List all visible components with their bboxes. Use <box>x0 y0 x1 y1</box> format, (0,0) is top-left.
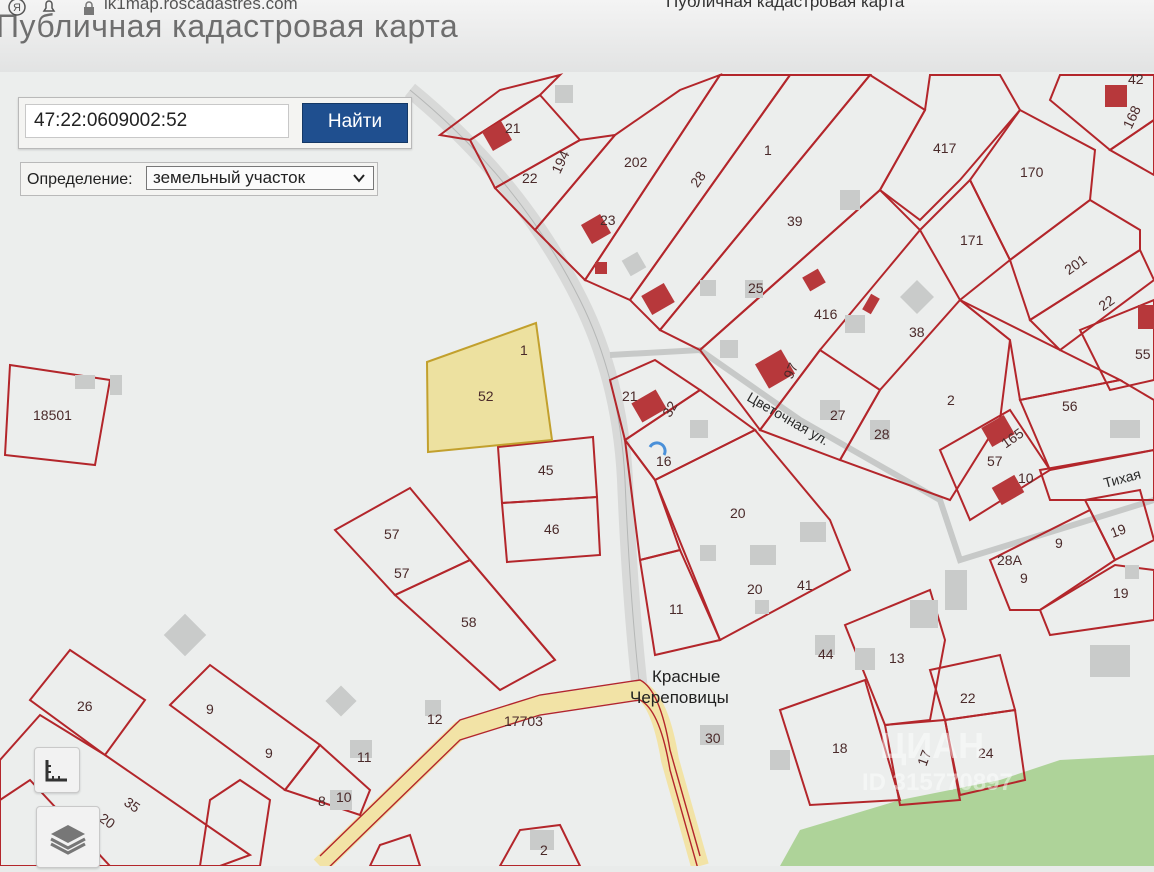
parcel-label: 38 <box>909 324 925 340</box>
parcel-label: 1 <box>764 142 772 158</box>
parcel-label: 57 <box>384 526 400 542</box>
parcel-label: 417 <box>933 140 957 156</box>
search-input-value: 47:22:0609002:52 <box>34 110 188 131</box>
street-tsvetochnaya: Цветочная ул. <box>745 389 832 449</box>
parcel-label: 57 <box>987 453 1003 469</box>
parcel-label: 28 <box>874 426 890 442</box>
parcel-label: 21 <box>622 388 638 404</box>
parcel-label: 57 <box>394 565 410 581</box>
parcel-label: 22 <box>960 690 976 706</box>
parcel-label: 10 <box>336 789 352 805</box>
parcel-label: 11 <box>669 601 684 617</box>
tab-title[interactable]: Публичная кадастровая карта <box>666 0 904 12</box>
parcel-label: 16 <box>656 453 672 469</box>
definition-select[interactable]: земельный участок <box>146 166 374 190</box>
chevron-down-icon <box>353 174 365 183</box>
parcel-label: 30 <box>705 730 721 746</box>
parcel-label: 202 <box>624 154 648 170</box>
page-heading: Публичная кадастровая карта <box>0 8 459 44</box>
parcel-label: 20 <box>747 581 763 597</box>
parcel-label: 10 <box>1018 470 1034 486</box>
ruler-button[interactable] <box>34 747 80 793</box>
parcel-label: 8 <box>318 793 326 809</box>
parcel-label: 25 <box>748 280 764 296</box>
parcel-label: 18 <box>832 740 848 756</box>
parcel-label: 9 <box>1055 535 1063 551</box>
parcel-label: 20 <box>730 505 746 521</box>
parcel-label: 2 <box>540 842 548 858</box>
ruler-icon <box>45 760 67 782</box>
find-button[interactable]: Найти <box>302 103 408 143</box>
parcel-label: 44 <box>818 646 834 662</box>
place-name-line2: Череповицы <box>630 688 729 707</box>
parcel-label: 45 <box>538 462 554 478</box>
cadastral-number-input[interactable]: 47:22:0609002:52 <box>25 104 289 138</box>
parcel-label: 28А <box>997 552 1023 568</box>
parcel-label: 58 <box>461 614 477 630</box>
parcel-label: 19 <box>1108 520 1128 540</box>
road-number: 17703 <box>504 713 543 729</box>
parcel-label: 19 <box>1113 585 1129 601</box>
parcel-label: 416 <box>814 306 838 322</box>
parcel-label: 39 <box>787 213 803 229</box>
definition-selected-value: земельный участок <box>153 168 306 187</box>
street-tikhaya: Тихая <box>1102 466 1143 491</box>
parcel-label: 56 <box>1062 398 1078 414</box>
parcel-label: 21 <box>505 120 521 136</box>
parcel-label: 171 <box>960 232 984 248</box>
parcel-label: 42 <box>1128 72 1144 87</box>
parcel-label: 2 <box>947 392 955 408</box>
parcel-label: 168 <box>1120 103 1144 131</box>
layers-icon <box>50 825 86 855</box>
parcel-label: 13 <box>889 650 905 666</box>
parcel-label: 201 <box>1061 251 1089 278</box>
parcel-label: 28 <box>687 168 709 190</box>
parcel-label: 55 <box>1135 346 1151 362</box>
place-name-line1: Красные <box>652 667 720 686</box>
definition-panel: Определение: земельный участок <box>20 162 378 196</box>
parcel-label: 26 <box>77 698 93 714</box>
parcel-label: 9 <box>206 701 214 717</box>
watermark-id: ID 315770897 <box>862 769 1013 796</box>
highlighted-parcel-corner-label: 1 <box>520 342 528 358</box>
browser-topbar: Я lk1map.roscadastres.com Публичная када… <box>0 0 1154 72</box>
highlighted-parcel-label: 52 <box>478 388 494 404</box>
parcel-label: 22 <box>522 170 538 186</box>
parcel-label: 23 <box>600 212 616 228</box>
parcel-label: 194 <box>548 148 572 176</box>
parcel-label: 9 <box>1020 570 1028 586</box>
parcel-label: 18501 <box>33 407 72 423</box>
parcel-label: 27 <box>830 407 846 423</box>
layers-button[interactable] <box>36 806 100 868</box>
parcel-label: 41 <box>797 577 813 593</box>
definition-label: Определение: <box>27 171 133 188</box>
search-panel: 47:22:0609002:52 Найти <box>18 97 412 149</box>
watermark-brand: ЦИАН <box>880 725 984 766</box>
parcel-label: 46 <box>544 521 560 537</box>
parcel-label: 170 <box>1020 164 1044 180</box>
parcel-label: 11 <box>357 749 372 765</box>
parcel-label: 35 <box>121 794 143 816</box>
parcel-label: 9 <box>265 745 273 761</box>
parcel-label: 12 <box>427 711 443 727</box>
